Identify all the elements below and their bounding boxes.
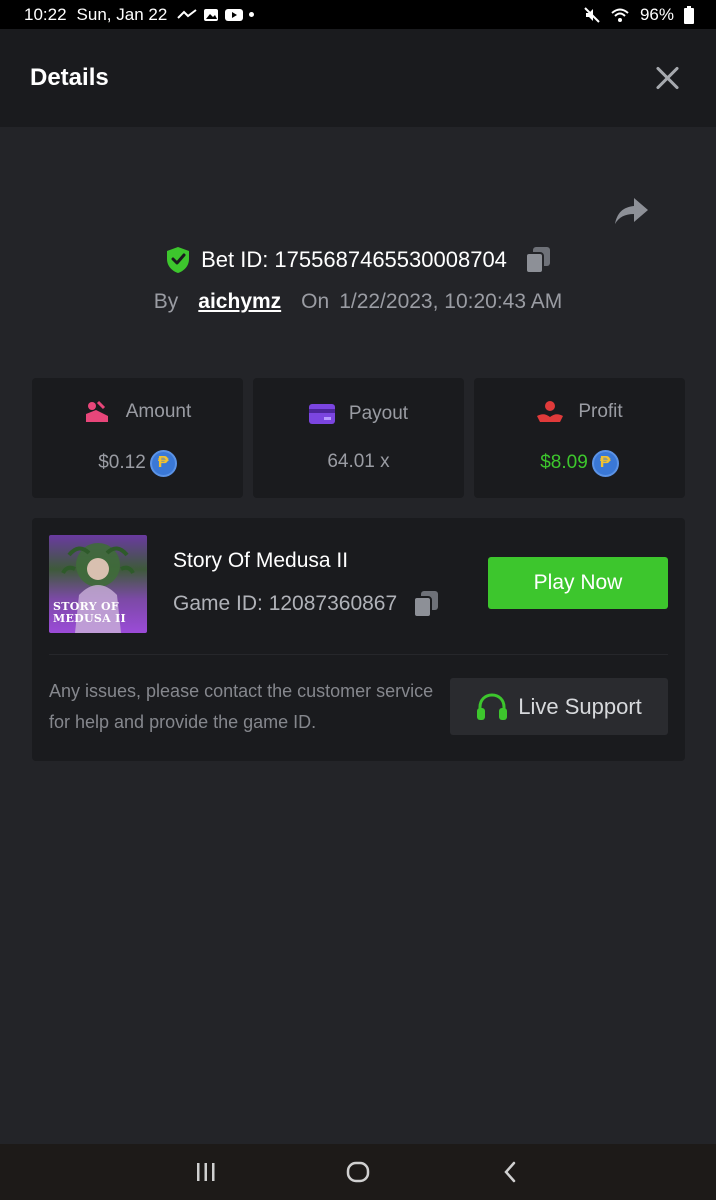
close-button[interactable] <box>654 64 682 92</box>
payout-header: Payout <box>308 403 409 425</box>
battery-percent: 96% <box>639 4 674 24</box>
status-right: 96% <box>584 5 694 25</box>
home-icon <box>346 1161 370 1183</box>
page-title: Details <box>30 64 109 91</box>
back-button[interactable] <box>490 1152 530 1192</box>
stats-row: Amount $0.12 ₱ Payout 64.01 x Profit $8.… <box>32 378 685 498</box>
game-thumbnail[interactable]: STORY OF MEDUSA II <box>49 535 147 633</box>
status-time: 10:22 <box>24 4 67 24</box>
game-id-text: Game ID: 12087360867 <box>173 592 398 615</box>
recent-apps-icon <box>197 1163 215 1181</box>
battery-icon <box>684 5 694 24</box>
play-now-button[interactable]: Play Now <box>488 557 668 609</box>
payout-label: Payout <box>348 403 409 424</box>
game-card: STORY OF MEDUSA II Story Of Medusa II Ga… <box>32 518 685 761</box>
bet-meta-row: By aichymz On 1/22/2023, 10:20:43 AM <box>0 286 716 318</box>
help-text: Any issues, please contact the customer … <box>49 681 434 732</box>
live-support-button[interactable]: Live Support <box>450 678 668 735</box>
profit-value: $8.09 <box>540 452 588 473</box>
status-bar: 10:22 Sun, Jan 22 96% <box>0 0 716 29</box>
notification-icons <box>177 7 255 23</box>
status-date: Sun, Jan 22 <box>76 4 168 24</box>
divider <box>49 654 668 655</box>
peso-coin-icon: ₱ <box>149 449 177 477</box>
thumbnail-title-line2: MEDUSA II <box>53 612 126 625</box>
recent-apps-button[interactable] <box>186 1152 226 1192</box>
amount-value: $0.12 <box>98 452 146 473</box>
more-dot-icon <box>249 12 255 17</box>
copy-bet-id-icon[interactable] <box>524 246 551 274</box>
payout-card: Payout 64.01 x <box>253 378 464 498</box>
bet-timestamp: 1/22/2023, 10:20:43 AM <box>339 290 563 313</box>
on-label: On <box>301 290 330 313</box>
bet-id-row: Bet ID: 1755687465530008704 <box>0 242 716 278</box>
wallet-card-icon <box>308 404 335 424</box>
amount-header: Amount <box>84 400 191 424</box>
payout-value: 64.01 x <box>327 451 390 472</box>
profit-value-row: $8.09 ₱ <box>540 449 619 477</box>
game-id-row: Game ID: 12087360867 <box>173 590 439 618</box>
bet-id-text: Bet ID: 1755687465530008704 <box>201 247 507 272</box>
notification-app-icon <box>177 8 197 19</box>
payout-value-row: 64.01 x <box>327 451 389 473</box>
youtube-icon <box>225 8 244 21</box>
share-icon[interactable] <box>614 196 650 226</box>
username-link[interactable]: aichymz <box>198 290 281 314</box>
profit-header: Profit <box>536 400 623 424</box>
headset-icon <box>477 692 508 720</box>
back-chevron-icon <box>504 1161 516 1183</box>
amount-icon <box>85 400 108 422</box>
thumbnail-title: STORY OF MEDUSA II <box>53 601 126 625</box>
mute-icon <box>584 6 600 23</box>
peso-coin-icon: ₱ <box>591 449 619 477</box>
live-support-label: Live Support <box>518 693 642 719</box>
home-button[interactable] <box>338 1152 378 1192</box>
profit-card: Profit $8.09 ₱ <box>474 378 685 498</box>
copy-game-id-icon[interactable] <box>413 590 439 618</box>
by-label: By <box>153 290 179 313</box>
system-nav-bar <box>0 1144 716 1200</box>
gallery-icon <box>204 8 219 21</box>
profit-label: Profit <box>578 400 623 422</box>
amount-value-row: $0.12 ₱ <box>98 449 177 477</box>
wifi-icon <box>611 8 629 22</box>
amount-label: Amount <box>125 400 192 422</box>
profit-hand-icon <box>537 400 564 422</box>
shield-check-icon <box>167 247 190 273</box>
amount-card: Amount $0.12 ₱ <box>32 378 243 498</box>
details-header: Details <box>0 29 716 127</box>
status-left: 10:22 Sun, Jan 22 <box>24 4 255 25</box>
game-name: Story Of Medusa II <box>173 549 349 572</box>
